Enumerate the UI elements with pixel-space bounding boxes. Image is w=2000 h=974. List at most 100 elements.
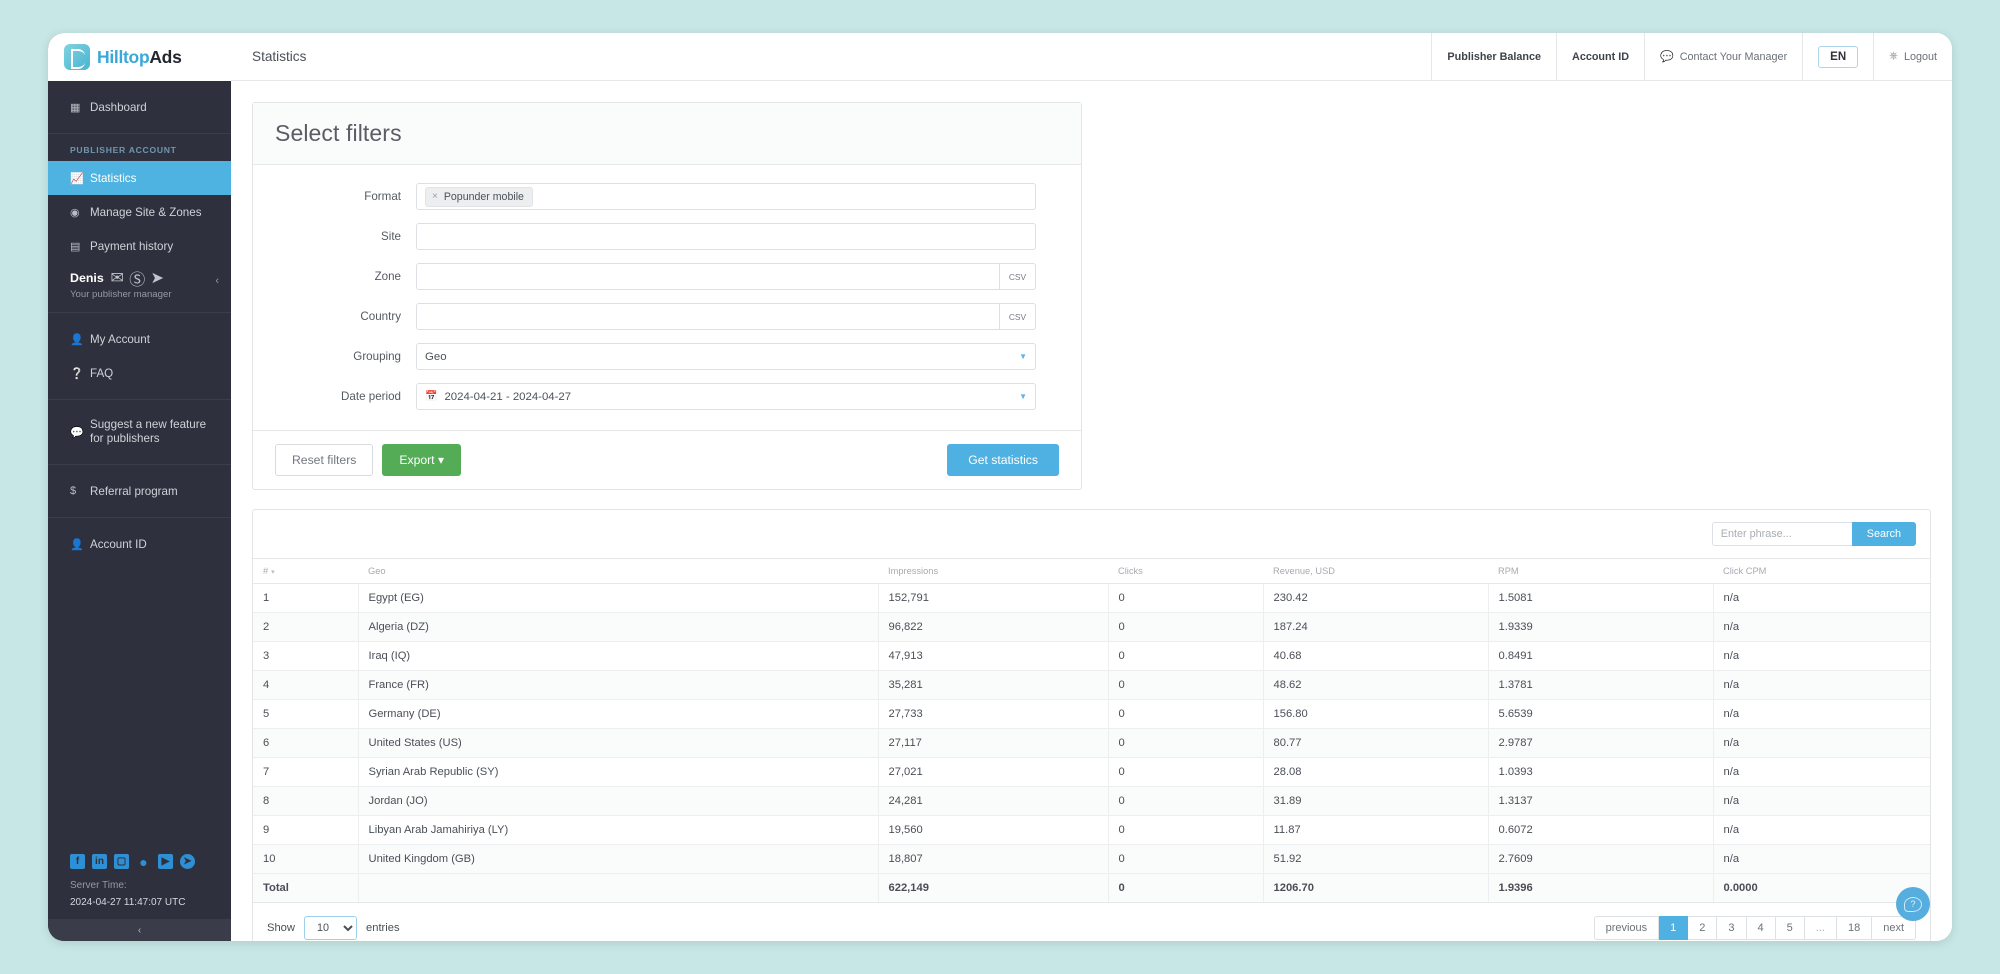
th-clicks[interactable]: Clicks: [1108, 558, 1263, 584]
remove-tag-icon[interactable]: ×: [432, 191, 438, 202]
language-switcher[interactable]: EN: [1802, 33, 1873, 81]
envelope-icon[interactable]: ✉: [111, 270, 124, 287]
cell-revenue: 187.24: [1263, 612, 1489, 642]
site-input[interactable]: [416, 223, 1036, 250]
entries-per-page-select[interactable]: 10 25 50 100: [304, 916, 357, 940]
get-statistics-button[interactable]: Get statistics: [947, 444, 1059, 476]
cell-index: 1: [253, 583, 359, 613]
table-row[interactable]: 5 Germany (DE) 27,733 0 156.80 5.6539 n/…: [253, 699, 1930, 729]
table-total-row: Total 622,149 0 1206.70 1.9396 0.0000: [253, 873, 1930, 903]
account-id-button[interactable]: Account ID: [1556, 33, 1644, 81]
cell-rpm: 1.3137: [1488, 786, 1714, 816]
reset-filters-button[interactable]: Reset filters: [275, 444, 374, 476]
cell-click-cpm: n/a: [1713, 786, 1930, 816]
th-index[interactable]: # ▾: [253, 558, 358, 584]
th-revenue[interactable]: Revenue, USD: [1263, 558, 1488, 584]
search-input[interactable]: [1711, 522, 1852, 546]
country-csv-button[interactable]: CSV: [1000, 303, 1036, 330]
grouping-select[interactable]: Geo ▼: [416, 343, 1036, 370]
th-impressions[interactable]: Impressions: [878, 558, 1108, 584]
sidebar-section-account: 👤 My Account ❔ FAQ: [48, 313, 231, 400]
sidebar-item-label: Payment history: [90, 239, 174, 253]
cell-impressions: 24,281: [878, 786, 1109, 816]
cell-impressions: 152,791: [878, 583, 1109, 613]
country-input[interactable]: [416, 303, 1000, 330]
pagination-page-2[interactable]: 2: [1688, 916, 1718, 940]
pagination-page-1[interactable]: 1: [1659, 916, 1689, 940]
sidebar-collapse-button[interactable]: ‹: [48, 919, 231, 941]
table-row[interactable]: 10 United Kingdom (GB) 18,807 0 51.92 2.…: [253, 844, 1930, 874]
contact-manager-button[interactable]: 💬 Contact Your Manager: [1644, 33, 1802, 81]
cell-impressions: 27,733: [878, 699, 1109, 729]
twitter-icon[interactable]: ●: [136, 854, 151, 870]
calendar-icon: 📅: [425, 391, 438, 402]
chevron-left-icon[interactable]: ‹: [215, 275, 219, 287]
sidebar-item-statistics[interactable]: 📈 Statistics: [48, 161, 231, 195]
table-row[interactable]: 9 Libyan Arab Jamahiriya (LY) 19,560 0 1…: [253, 815, 1930, 845]
panel-body: Format × Popunder mobile Site Zone CSV C…: [253, 165, 1081, 430]
cell-click-cpm: n/a: [1713, 728, 1930, 758]
table-row[interactable]: 6 United States (US) 27,117 0 80.77 2.97…: [253, 728, 1930, 758]
linkedin-icon[interactable]: in: [92, 854, 107, 869]
sidebar-item-faq[interactable]: ❔ FAQ: [48, 356, 231, 390]
format-tag-label: Popunder mobile: [443, 190, 524, 203]
cell-rpm: 5.6539: [1488, 699, 1714, 729]
sidebar-item-my-account[interactable]: 👤 My Account: [48, 322, 231, 356]
cell-total-label: Total: [253, 873, 359, 903]
brand-logo-area[interactable]: HilltopAds: [48, 33, 231, 81]
language-button[interactable]: EN: [1818, 45, 1859, 68]
zone-input[interactable]: [416, 263, 1000, 290]
telegram-icon[interactable]: ➤: [180, 854, 195, 869]
sidebar-item-referral-program[interactable]: $ Referral program: [48, 474, 231, 508]
power-icon: ⎈: [1889, 50, 1898, 62]
chevron-down-icon: ▼: [1019, 352, 1027, 361]
table-row[interactable]: 8 Jordan (JO) 24,281 0 31.89 1.3137 n/a: [253, 786, 1930, 816]
format-input[interactable]: × Popunder mobile: [416, 183, 1036, 210]
zone-csv-button[interactable]: CSV: [1000, 263, 1036, 290]
search-button[interactable]: Search: [1851, 522, 1916, 546]
sidebar-item-dashboard[interactable]: ▦ Dashboard: [48, 90, 231, 124]
grouping-label: Grouping: [353, 350, 401, 363]
export-button[interactable]: Export ▾: [382, 444, 462, 476]
pagination-page-3[interactable]: 3: [1717, 916, 1747, 940]
instagram-icon[interactable]: ▢: [114, 854, 129, 869]
table-row[interactable]: 7 Syrian Arab Republic (SY) 27,021 0 28.…: [253, 757, 1930, 787]
filter-row-zone: Zone CSV: [275, 263, 1036, 290]
pagination-previous[interactable]: previous: [1593, 916, 1660, 940]
sidebar-item-manage-site-zones[interactable]: ◉ Manage Site & Zones: [48, 195, 231, 229]
filter-row-date-period: Date period 📅 2024-04-21 - 2024-04-27 ▼: [275, 383, 1036, 410]
cell-revenue: 11.87: [1263, 815, 1489, 845]
sidebar-item-payment-history[interactable]: ▤ Payment history: [48, 229, 231, 263]
cell-total-rpm: 1.9396: [1488, 873, 1714, 903]
grid-icon: ▦: [70, 101, 81, 114]
publisher-balance-button[interactable]: Publisher Balance: [1431, 33, 1556, 81]
sidebar-item-suggest-feature[interactable]: 💬 Suggest a new feature for publishers: [48, 409, 231, 455]
brand-text: HilltopAds: [97, 47, 182, 68]
cell-clicks: 0: [1108, 670, 1264, 700]
pagination-page-4[interactable]: 4: [1746, 916, 1776, 940]
telegram-icon[interactable]: ➤: [151, 270, 164, 287]
sidebar-item-label: Referral program: [90, 484, 178, 498]
th-rpm[interactable]: RPM: [1488, 558, 1713, 584]
sidebar-item-account-id[interactable]: 👤 Account ID: [48, 527, 231, 561]
th-geo[interactable]: Geo: [358, 558, 878, 584]
skype-icon[interactable]: Ⓢ: [129, 272, 145, 289]
facebook-icon[interactable]: f: [70, 854, 85, 869]
youtube-icon[interactable]: ▶: [158, 854, 173, 869]
date-period-picker[interactable]: 📅 2024-04-21 - 2024-04-27 ▼: [416, 383, 1036, 410]
cell-click-cpm: n/a: [1713, 583, 1930, 613]
th-click-cpm[interactable]: Click CPM: [1713, 558, 1930, 584]
chevron-down-icon: ▾: [437, 453, 445, 467]
pagination-page-18[interactable]: 18: [1836, 916, 1873, 940]
pagination-page-5[interactable]: 5: [1775, 916, 1805, 940]
cell-click-cpm: n/a: [1713, 670, 1930, 700]
cell-total-impressions: 622,149: [878, 873, 1109, 903]
table-row[interactable]: 2 Algeria (DZ) 96,822 0 187.24 1.9339 n/…: [253, 612, 1930, 642]
sidebar-item-label: Manage Site & Zones: [90, 205, 202, 219]
help-chat-icon[interactable]: ?: [1896, 887, 1930, 921]
logout-button[interactable]: ⎈ Logout: [1873, 33, 1952, 81]
table-row[interactable]: 1 Egypt (EG) 152,791 0 230.42 1.5081 n/a: [253, 583, 1930, 613]
table-row[interactable]: 4 France (FR) 35,281 0 48.62 1.3781 n/a: [253, 670, 1930, 700]
format-tag-popunder-mobile[interactable]: × Popunder mobile: [425, 186, 533, 207]
table-row[interactable]: 3 Iraq (IQ) 47,913 0 40.68 0.8491 n/a: [253, 641, 1930, 671]
